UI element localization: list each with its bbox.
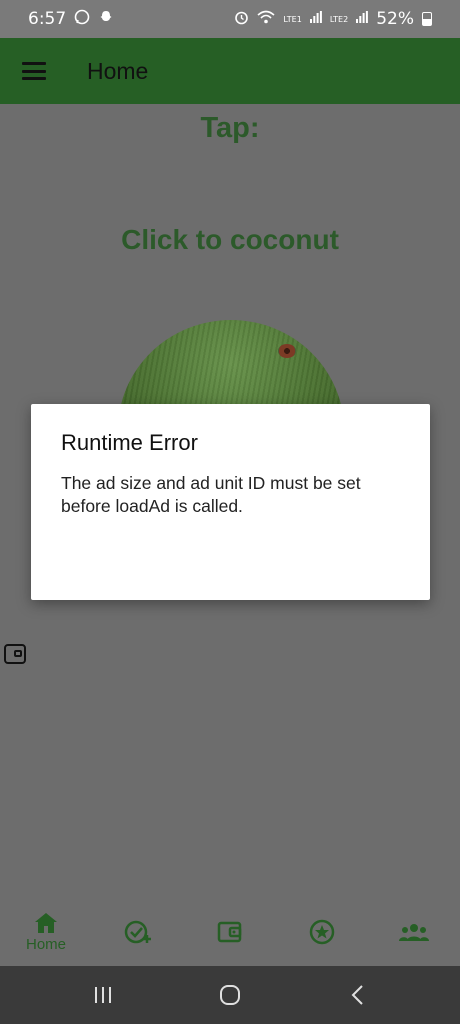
group-icon — [399, 922, 429, 942]
app-title: Home — [87, 57, 149, 84]
status-time: 6:57 — [28, 9, 67, 29]
click-to-coconut-label: Click to coconut — [121, 224, 339, 255]
runtime-error-dialog: Runtime Error The ad size and ad unit ID… — [31, 404, 430, 600]
volte1-icon: LTE1 — [283, 14, 302, 24]
status-bar: 6:57 LTE1 LTE2 52% — [0, 0, 460, 38]
dialog-title: Runtime Error — [61, 430, 198, 455]
nav-home[interactable]: Home — [6, 912, 86, 953]
whatsapp-icon — [74, 9, 90, 29]
hamburger-menu-icon[interactable] — [22, 62, 46, 80]
home-circle-icon[interactable] — [210, 975, 250, 1015]
wallet-icon[interactable] — [4, 644, 26, 664]
tap-label: Tap: — [200, 112, 260, 144]
signal1-icon — [309, 11, 322, 27]
nav-favorites[interactable] — [282, 919, 362, 945]
system-navigation-bar — [0, 966, 460, 1024]
nav-team[interactable] — [374, 922, 454, 942]
check-add-icon — [124, 919, 152, 945]
recent-apps-icon[interactable] — [83, 975, 123, 1015]
wallet-icon — [217, 920, 243, 944]
app-bar: Home — [0, 38, 460, 104]
status-right: LTE1 LTE2 52% — [234, 9, 432, 29]
wifi-icon — [257, 10, 275, 28]
nav-tasks[interactable] — [98, 919, 178, 945]
alarm-icon — [234, 10, 249, 29]
signal2-icon — [356, 11, 369, 27]
nav-wallet[interactable] — [190, 920, 270, 944]
snapchat-icon — [98, 9, 114, 29]
back-icon[interactable] — [337, 975, 377, 1015]
battery-icon — [422, 12, 432, 26]
bottom-navigation: Home — [0, 898, 460, 966]
battery-percent: 52% — [376, 9, 414, 29]
star-circle-icon — [309, 919, 335, 945]
nav-home-label: Home — [25, 935, 66, 953]
volte2-icon: LTE2 — [329, 14, 349, 24]
home-icon — [34, 912, 58, 934]
coconut-eye — [278, 344, 296, 358]
status-left: 6:57 — [28, 9, 114, 29]
dialog-message: The ad size and ad unit ID must be set b… — [61, 473, 361, 516]
